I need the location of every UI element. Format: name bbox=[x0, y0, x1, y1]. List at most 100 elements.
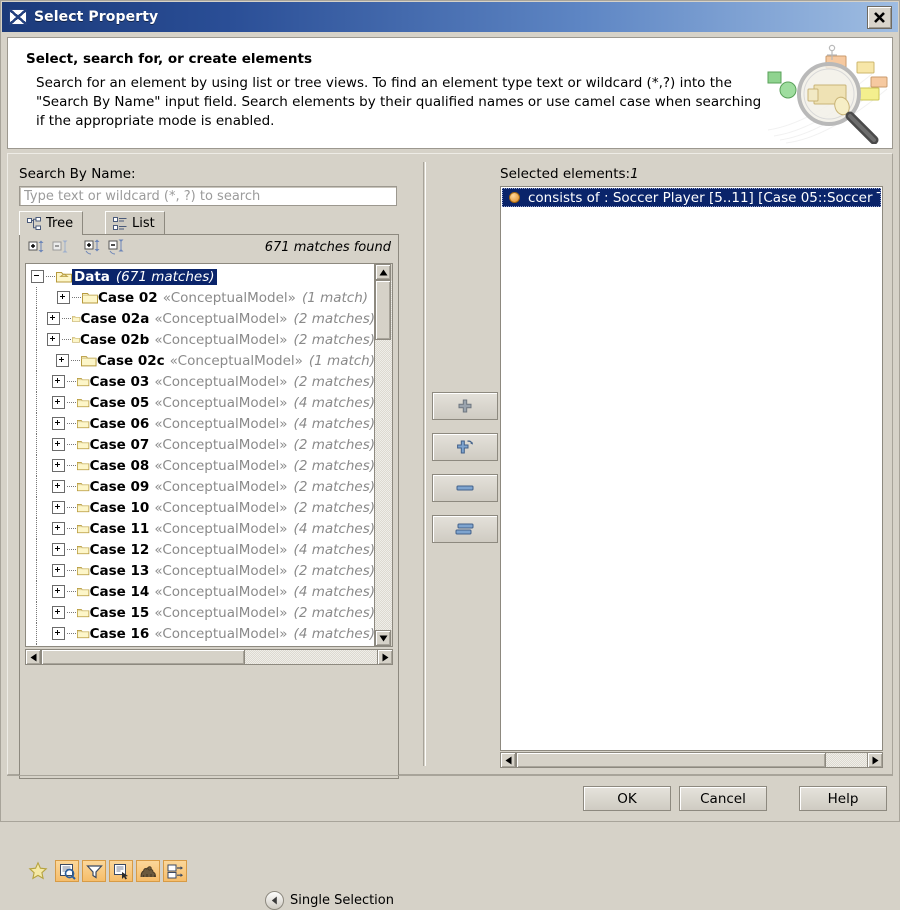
selected-elements-list[interactable]: consists of : Soccer Player [5..11] [Cas… bbox=[500, 186, 883, 751]
expand-icon[interactable] bbox=[57, 291, 70, 304]
expand-icon[interactable] bbox=[52, 396, 65, 409]
expand-icon[interactable] bbox=[52, 627, 65, 640]
show-qualified-name-icon[interactable] bbox=[163, 860, 187, 882]
transfer-button-group bbox=[432, 392, 496, 556]
tab-tree[interactable]: Tree bbox=[19, 211, 83, 235]
list-view-icon bbox=[113, 217, 127, 231]
scroll-left-button[interactable] bbox=[25, 649, 41, 665]
tree-vertical-scrollbar[interactable] bbox=[374, 264, 392, 646]
tree-row[interactable]: Case 17«ConceptualModel»(2 matches) bbox=[26, 644, 375, 646]
tree-node-stereotype: «ConceptualModel» bbox=[163, 290, 296, 306]
banner-title: Select, search for, or create elements bbox=[26, 51, 312, 67]
tree-node-label: Case 03 bbox=[90, 374, 150, 390]
select-property-dialog: Select Property Select, search for, or c… bbox=[0, 0, 900, 822]
tree-panel: 671 matches found Data(671 matches)Case … bbox=[19, 234, 399, 779]
single-selection-label: Single Selection bbox=[290, 893, 394, 908]
expand-icon[interactable] bbox=[52, 585, 65, 598]
folder-icon bbox=[77, 564, 89, 577]
caret-up-icon bbox=[379, 269, 388, 276]
expand-icon[interactable] bbox=[52, 417, 65, 430]
expand-icon[interactable] bbox=[56, 354, 69, 367]
tree-row[interactable]: Case 02c«ConceptualModel»(1 match) bbox=[26, 350, 375, 371]
tree-row[interactable]: Case 14«ConceptualModel»(4 matches) bbox=[26, 581, 375, 602]
expand-node-icon[interactable] bbox=[28, 239, 46, 257]
close-button[interactable] bbox=[867, 6, 892, 29]
view-tabs: Tree List bbox=[19, 211, 399, 235]
tree-node-stereotype: «ConceptualModel» bbox=[154, 584, 287, 600]
tree-row[interactable]: Case 02b«ConceptualModel»(2 matches) bbox=[26, 329, 375, 350]
folder-icon bbox=[77, 543, 89, 556]
folder-icon bbox=[77, 501, 89, 514]
tree-node-match-count: (2 matches) bbox=[294, 479, 375, 495]
expand-icon[interactable] bbox=[47, 333, 60, 346]
expand-icon[interactable] bbox=[52, 564, 65, 577]
tree-row[interactable]: Case 10«ConceptualModel»(2 matches) bbox=[26, 497, 375, 518]
tree-view[interactable]: Data(671 matches)Case 02«ConceptualModel… bbox=[25, 263, 393, 647]
search-input[interactable] bbox=[19, 186, 397, 206]
tree-vscroll-thumb[interactable] bbox=[375, 280, 391, 340]
tree-row[interactable]: Case 06«ConceptualModel»(4 matches) bbox=[26, 413, 375, 434]
expand-icon[interactable] bbox=[52, 459, 65, 472]
filter-icon[interactable] bbox=[82, 860, 106, 882]
banner-description: Search for an element by using list or t… bbox=[36, 74, 762, 131]
help-button[interactable]: Help bbox=[799, 786, 887, 811]
expand-icon[interactable] bbox=[52, 501, 65, 514]
expand-icon[interactable] bbox=[52, 438, 65, 451]
tree-row[interactable]: Case 09«ConceptualModel»(2 matches) bbox=[26, 476, 375, 497]
tree-row[interactable]: Case 15«ConceptualModel»(2 matches) bbox=[26, 602, 375, 623]
tree-row[interactable]: Case 13«ConceptualModel»(2 matches) bbox=[26, 560, 375, 581]
tree-row[interactable]: Case 07«ConceptualModel»(2 matches) bbox=[26, 434, 375, 455]
add-button[interactable] bbox=[432, 392, 498, 420]
tree-row[interactable]: Case 08«ConceptualModel»(2 matches) bbox=[26, 455, 375, 476]
expand-icon[interactable] bbox=[52, 480, 65, 493]
sel-scroll-right-button[interactable] bbox=[867, 752, 883, 768]
tree-node-match-count: (4 matches) bbox=[294, 542, 375, 558]
favorites-star-icon[interactable] bbox=[28, 861, 48, 881]
expand-icon[interactable] bbox=[52, 522, 65, 535]
tree-row[interactable]: Case 16«ConceptualModel»(4 matches) bbox=[26, 623, 375, 644]
single-selection-button[interactable]: Single Selection bbox=[265, 891, 394, 910]
tree-node-match-count: (2 matches) bbox=[294, 332, 375, 348]
create-button[interactable] bbox=[432, 433, 498, 461]
tree-node-match-count: (4 matches) bbox=[294, 416, 375, 432]
camel-case-icon[interactable] bbox=[136, 860, 160, 882]
plus-icon bbox=[457, 398, 473, 414]
collapse-icon[interactable] bbox=[31, 270, 44, 283]
expand-icon[interactable] bbox=[47, 312, 60, 325]
double-minus-icon bbox=[455, 522, 475, 536]
collapse-node-icon[interactable] bbox=[52, 239, 70, 257]
expand-icon[interactable] bbox=[52, 375, 65, 388]
tree-row[interactable]: Case 11«ConceptualModel»(4 matches) bbox=[26, 518, 375, 539]
apply-filter-icon[interactable] bbox=[109, 860, 133, 882]
tree-row[interactable]: Case 02a«ConceptualModel»(2 matches) bbox=[26, 308, 375, 329]
tree-row-root[interactable]: Data(671 matches) bbox=[26, 266, 375, 287]
ok-button[interactable]: OK bbox=[583, 786, 671, 811]
cancel-button[interactable]: Cancel bbox=[679, 786, 767, 811]
expand-icon[interactable] bbox=[52, 606, 65, 619]
tree-row[interactable]: Case 03«ConceptualModel»(2 matches) bbox=[26, 371, 375, 392]
remove-button[interactable] bbox=[432, 474, 498, 502]
scroll-right-button[interactable] bbox=[377, 649, 393, 665]
list-item[interactable]: consists of : Soccer Player [5..11] [Cas… bbox=[502, 188, 881, 207]
expand-icon[interactable] bbox=[52, 543, 65, 556]
tree-node-stereotype: «ConceptualModel» bbox=[154, 374, 287, 390]
sel-scroll-left-button[interactable] bbox=[500, 752, 516, 768]
selected-horizontal-scrollbar[interactable] bbox=[500, 752, 883, 769]
search-pane: Search By Name: Tree bbox=[17, 162, 417, 766]
tree-horizontal-scrollbar[interactable] bbox=[25, 649, 393, 666]
remove-all-button[interactable] bbox=[432, 515, 498, 543]
tree-row[interactable]: Case 05«ConceptualModel»(4 matches) bbox=[26, 392, 375, 413]
tab-list[interactable]: List bbox=[105, 211, 165, 235]
scroll-down-button[interactable] bbox=[375, 630, 391, 646]
folder-icon bbox=[77, 627, 89, 640]
sel-hscroll-thumb[interactable] bbox=[516, 752, 826, 768]
caret-right-icon bbox=[872, 756, 879, 765]
tree-row[interactable]: Case 12«ConceptualModel»(4 matches) bbox=[26, 539, 375, 560]
tree-hscroll-thumb[interactable] bbox=[41, 649, 245, 665]
collapse-all-icon[interactable] bbox=[108, 239, 126, 257]
scroll-up-button[interactable] bbox=[375, 264, 391, 280]
expand-all-icon[interactable] bbox=[84, 239, 102, 257]
folder-icon bbox=[77, 417, 89, 430]
tree-row[interactable]: Case 02«ConceptualModel»(1 match) bbox=[26, 287, 375, 308]
search-in-element-icon[interactable] bbox=[55, 860, 79, 882]
